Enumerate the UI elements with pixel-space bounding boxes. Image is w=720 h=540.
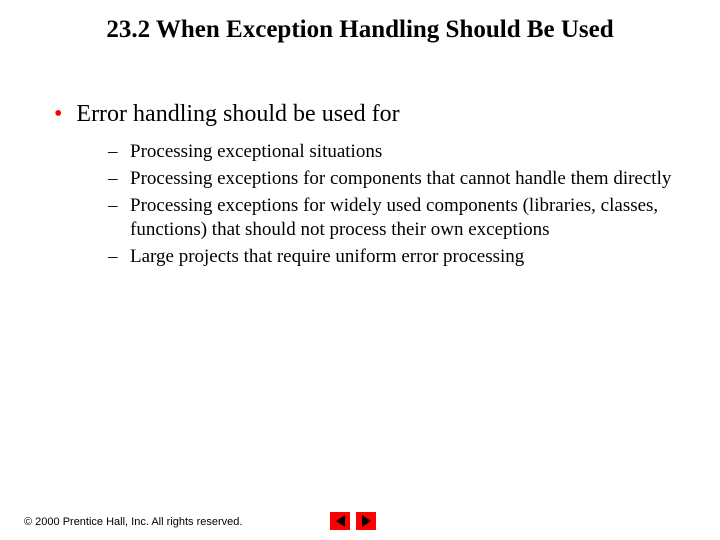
sub-bullet-list: – Processing exceptional situations – Pr… [54,140,680,269]
list-item: – Processing exceptions for components t… [108,167,680,192]
list-item-text: Processing exceptions for widely used co… [130,194,680,243]
list-item: – Processing exceptional situations [108,140,680,165]
copyright-footer: © 2000 Prentice Hall, Inc. All rights re… [24,516,242,528]
list-item: – Processing exceptions for widely used … [108,194,680,243]
next-button[interactable] [356,512,376,530]
arrow-left-icon [336,515,345,527]
dash-marker: – [108,245,120,270]
nav-buttons [330,512,376,530]
main-bullet-text: Error handling should be used for [76,101,399,128]
slide-title: 23.2 When Exception Handling Should Be U… [0,0,720,45]
slide-content: • Error handling should be used for – Pr… [0,45,720,269]
main-bullet: • Error handling should be used for [54,101,680,128]
list-item-text: Large projects that require uniform erro… [130,245,524,270]
dash-marker: – [108,194,120,219]
list-item: – Large projects that require uniform er… [108,245,680,270]
prev-button[interactable] [330,512,350,530]
list-item-text: Processing exceptional situations [130,140,382,165]
dash-marker: – [108,140,120,165]
dash-marker: – [108,167,120,192]
bullet-marker: • [54,102,62,126]
arrow-right-icon [362,515,371,527]
list-item-text: Processing exceptions for components tha… [130,167,671,192]
